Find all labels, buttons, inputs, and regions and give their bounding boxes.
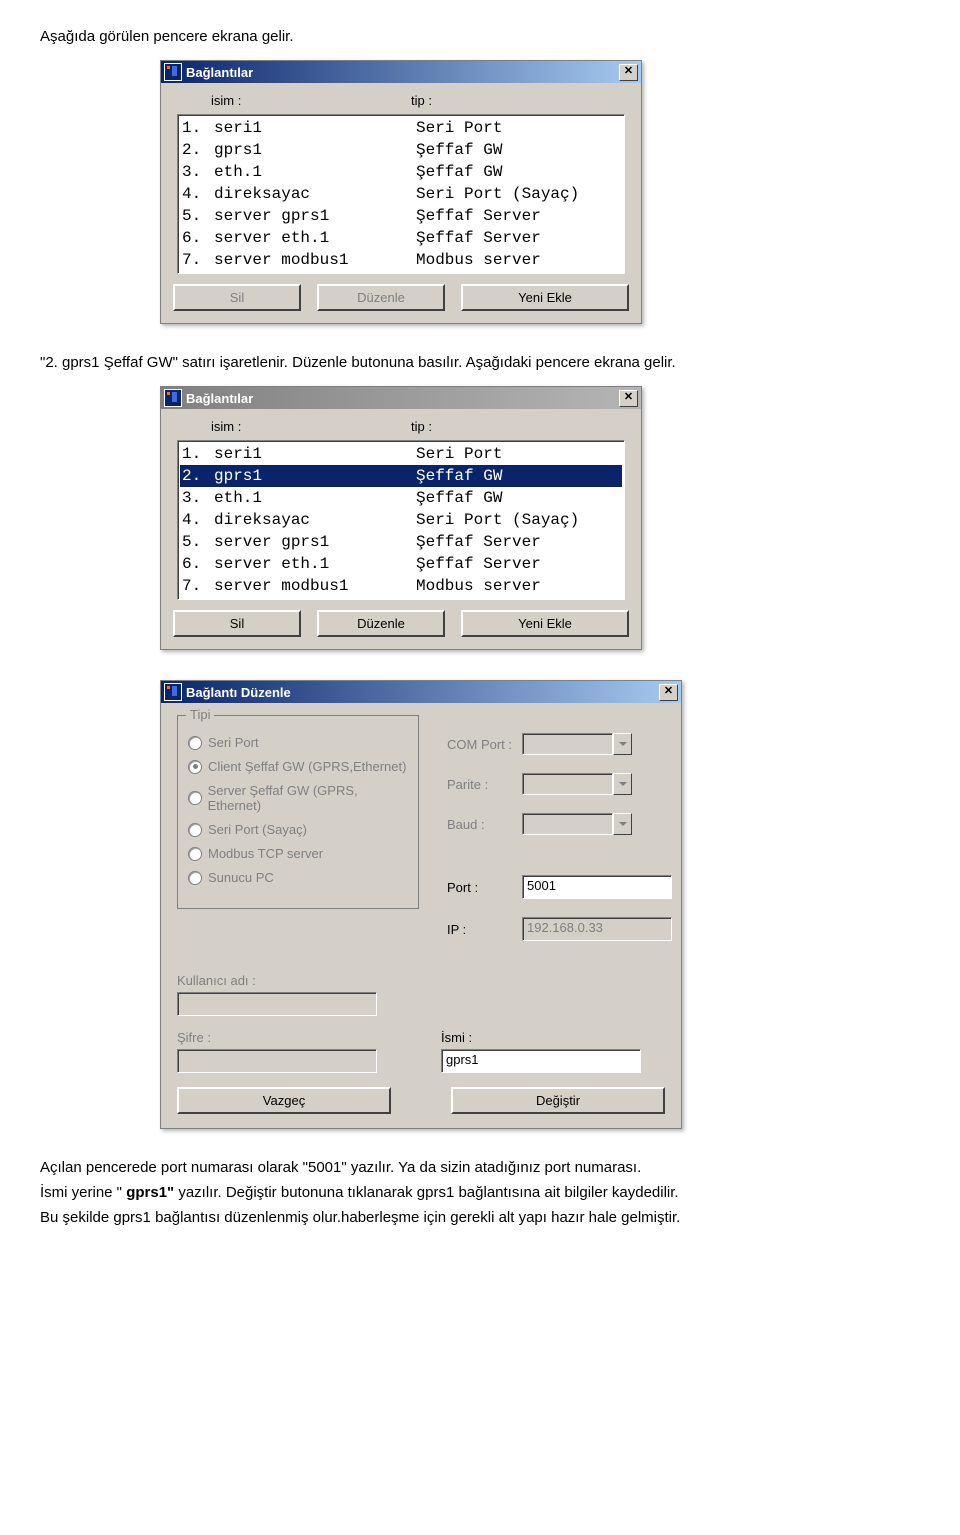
username-input[interactable] bbox=[177, 992, 377, 1016]
dialog-title: Bağlantı Düzenle bbox=[186, 685, 659, 700]
app-icon bbox=[164, 389, 182, 407]
delete-button[interactable]: Sil bbox=[173, 610, 301, 637]
dialog-body: isim : tip : 1.seri1Seri Port2.gprs1Şeff… bbox=[161, 83, 641, 323]
type-groupbox: Tipi Seri PortClient Şeffaf GW (GPRS,Eth… bbox=[177, 715, 419, 909]
doc-paragraph-3c: Bu şekilde gprs1 bağlantısı düzenlenmiş … bbox=[40, 1209, 920, 1226]
type-radio-option[interactable]: Seri Port bbox=[188, 735, 408, 750]
list-headers: isim : tip : bbox=[177, 419, 625, 434]
comport-combo[interactable] bbox=[522, 733, 632, 755]
list-item[interactable]: 7.server modbus1Modbus server bbox=[180, 249, 622, 271]
baud-combo[interactable] bbox=[522, 813, 632, 835]
radio-icon[interactable] bbox=[188, 847, 202, 861]
baud-label: Baud : bbox=[447, 817, 522, 832]
list-item[interactable]: 7.server modbus1Modbus server bbox=[180, 575, 622, 597]
connections-dialog-2: Bağlantılar ✕ isim : tip : 1.seri1Seri P… bbox=[160, 386, 642, 650]
radio-icon[interactable] bbox=[188, 823, 202, 837]
chevron-down-icon[interactable] bbox=[613, 733, 632, 755]
button-row: Sil Düzenle Yeni Ekle bbox=[177, 610, 625, 637]
button-bar: Vazgeç Değiştir bbox=[177, 1087, 665, 1114]
parity-combo[interactable] bbox=[522, 773, 632, 795]
radio-icon[interactable] bbox=[188, 791, 202, 805]
port-input[interactable]: 5001 bbox=[522, 875, 672, 899]
radio-label: Seri Port (Sayaç) bbox=[208, 822, 307, 837]
close-icon[interactable]: ✕ bbox=[619, 390, 638, 407]
list-item[interactable]: 1.seri1Seri Port bbox=[180, 443, 622, 465]
password-label: Şifre : bbox=[177, 1030, 401, 1045]
dialog-body: Tipi Seri Port Client Şeffaf GW (GPRS,Eth… bbox=[161, 703, 681, 1128]
para3b-pre: İsmi yerine " bbox=[40, 1184, 126, 1201]
new-button[interactable]: Yeni Ekle bbox=[461, 284, 629, 311]
radio-label: Client Şeffaf GW (GPRS,Ethernet) bbox=[208, 759, 406, 774]
titlebar: Bağlantılar ✕ bbox=[161, 61, 641, 83]
list-item[interactable]: 5.server gprs1Şeffaf Server bbox=[180, 205, 622, 227]
chevron-down-icon[interactable] bbox=[613, 773, 632, 795]
radio-icon[interactable] bbox=[188, 760, 202, 774]
list-item[interactable]: 5.server gprs1Şeffaf Server bbox=[180, 531, 622, 553]
header-isim: isim : bbox=[211, 419, 411, 434]
dialog-title: Bağlantılar bbox=[186, 65, 619, 80]
username-label: Kullanıcı adı : bbox=[177, 973, 401, 988]
close-icon[interactable]: ✕ bbox=[659, 684, 678, 701]
type-radio-option[interactable]: Server Şeffaf GW (GPRS, Ethernet) bbox=[188, 783, 408, 813]
titlebar: Bağlantılar ✕ bbox=[161, 387, 641, 409]
type-radio-option[interactable]: Client Şeffaf GW (GPRS,Ethernet) bbox=[188, 759, 408, 774]
chevron-down-icon[interactable] bbox=[613, 813, 632, 835]
parity-label: Parite : bbox=[447, 777, 522, 792]
delete-button[interactable]: Sil bbox=[173, 284, 301, 311]
groupbox-legend: Tipi bbox=[186, 707, 214, 722]
radio-icon[interactable] bbox=[188, 871, 202, 885]
doc-paragraph-2: "2. gprs1 Şeffaf GW" satırı işaretlenir.… bbox=[40, 354, 920, 371]
name-label: İsmi : bbox=[441, 1030, 665, 1045]
dialog-body: isim : tip : 1.seri1Seri Port2.gprs1Şeff… bbox=[161, 409, 641, 649]
comport-label: COM Port : bbox=[447, 737, 522, 752]
radio-label: Seri Port bbox=[208, 735, 259, 750]
right-column: COM Port : Parite : Baud : bbox=[447, 715, 672, 959]
connections-dialog-1: Bağlantılar ✕ isim : tip : 1.seri1Seri P… bbox=[160, 60, 642, 324]
list-item[interactable]: 2.gprs1Şeffaf GW bbox=[180, 139, 622, 161]
list-item[interactable]: 4.direksayacSeri Port (Sayaç) bbox=[180, 183, 622, 205]
titlebar: Bağlantı Düzenle ✕ bbox=[161, 681, 681, 703]
ip-input[interactable]: 192.168.0.33 bbox=[522, 917, 672, 941]
list-item[interactable]: 1.seri1Seri Port bbox=[180, 117, 622, 139]
password-input[interactable] bbox=[177, 1049, 377, 1073]
type-radio-option[interactable]: Sunucu PC bbox=[188, 870, 408, 885]
type-radio-option[interactable]: Seri Port (Sayaç) bbox=[188, 822, 408, 837]
cancel-button[interactable]: Vazgeç bbox=[177, 1087, 391, 1114]
para3b-bold: gprs1" bbox=[126, 1184, 174, 1201]
edit-button[interactable]: Düzenle bbox=[317, 284, 445, 311]
dialog-title: Bağlantılar bbox=[186, 391, 619, 406]
list-item[interactable]: 6.server eth.1Şeffaf Server bbox=[180, 227, 622, 249]
header-tip: tip : bbox=[411, 93, 619, 108]
doc-paragraph-3b: İsmi yerine " gprs1" yazılır. Değiştir b… bbox=[40, 1184, 920, 1201]
doc-paragraph-1: Aşağıda görülen pencere ekrana gelir. bbox=[40, 28, 920, 45]
type-radio-option[interactable]: Modbus TCP server bbox=[188, 846, 408, 861]
list-item[interactable]: 4.direksayacSeri Port (Sayaç) bbox=[180, 509, 622, 531]
list-headers: isim : tip : bbox=[177, 93, 625, 108]
close-icon[interactable]: ✕ bbox=[619, 64, 638, 81]
list-item[interactable]: 2.gprs1Şeffaf GW bbox=[180, 465, 622, 487]
button-row: Sil Düzenle Yeni Ekle bbox=[177, 284, 625, 311]
list-item[interactable]: 6.server eth.1Şeffaf Server bbox=[180, 553, 622, 575]
list-item[interactable]: 3.eth.1Şeffaf GW bbox=[180, 161, 622, 183]
radio-icon[interactable] bbox=[188, 736, 202, 750]
port-label: Port : bbox=[447, 880, 522, 895]
radio-label: Modbus TCP server bbox=[208, 846, 323, 861]
list-item[interactable]: 3.eth.1Şeffaf GW bbox=[180, 487, 622, 509]
doc-paragraph-3a: Açılan pencerede port numarası olarak "5… bbox=[40, 1159, 920, 1176]
connections-list[interactable]: 1.seri1Seri Port2.gprs1Şeffaf GW3.eth.1Ş… bbox=[177, 440, 625, 600]
connections-list[interactable]: 1.seri1Seri Port2.gprs1Şeffaf GW3.eth.1Ş… bbox=[177, 114, 625, 274]
header-isim: isim : bbox=[211, 93, 411, 108]
radio-label: Sunucu PC bbox=[208, 870, 274, 885]
radio-label: Server Şeffaf GW (GPRS, Ethernet) bbox=[208, 783, 408, 813]
app-icon bbox=[164, 683, 182, 701]
app-icon bbox=[164, 63, 182, 81]
ip-label: IP : bbox=[447, 922, 522, 937]
apply-button[interactable]: Değiştir bbox=[451, 1087, 665, 1114]
header-tip: tip : bbox=[411, 419, 619, 434]
edit-connection-dialog: Bağlantı Düzenle ✕ Tipi Seri Port Client … bbox=[160, 680, 682, 1129]
new-button[interactable]: Yeni Ekle bbox=[461, 610, 629, 637]
para3b-post: yazılır. Değiştir butonuna tıklanarak gp… bbox=[174, 1184, 678, 1201]
edit-button[interactable]: Düzenle bbox=[317, 610, 445, 637]
name-input[interactable]: gprs1 bbox=[441, 1049, 641, 1073]
